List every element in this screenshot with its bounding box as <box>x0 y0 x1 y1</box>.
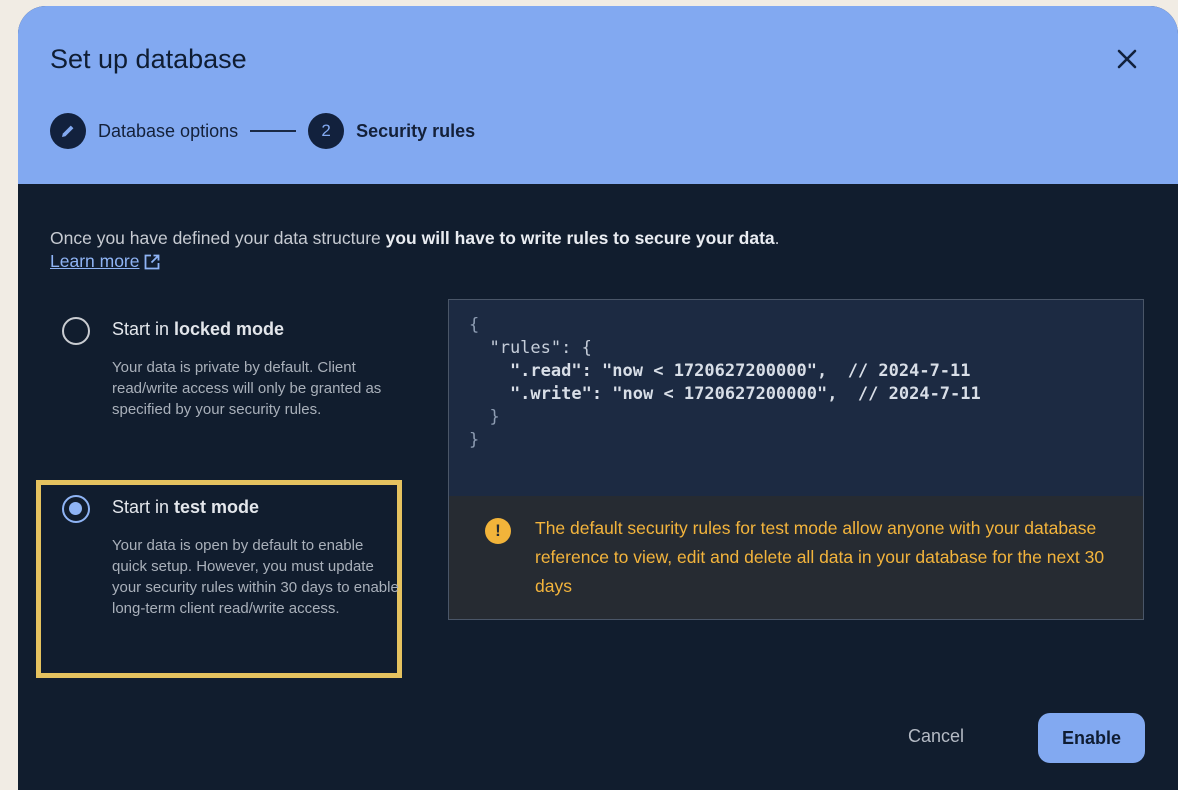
test-title-prefix: Start in <box>112 497 175 517</box>
cancel-button[interactable]: Cancel <box>908 726 964 747</box>
dialog-title: Set up database <box>50 44 247 74</box>
dialog-header: Set up database Database options 2 Secur… <box>18 6 1178 184</box>
test-title-bold: test mode <box>174 497 260 517</box>
code-line: } <box>469 407 500 427</box>
step-1-label: Database options <box>98 120 239 141</box>
learn-more-link[interactable]: Learn more <box>50 251 161 272</box>
learn-more-label: Learn more <box>50 251 140 271</box>
close-button[interactable] <box>1112 44 1142 74</box>
code-line-write: ".write": "now < 1720627200000", // 2024… <box>469 384 981 404</box>
locked-mode-radio[interactable] <box>62 317 90 345</box>
test-mode-radio[interactable] <box>62 495 90 523</box>
warning-banner: ! The default security rules for test mo… <box>448 496 1144 620</box>
stepper: Database options 2 Security rules <box>50 113 475 149</box>
step-2-label: Security rules <box>356 120 476 141</box>
external-link-icon <box>144 254 159 269</box>
locked-mode-description: Your data is private by default. Client … <box>112 359 382 418</box>
locked-title-bold: locked mode <box>174 319 285 339</box>
code-line: } <box>469 430 480 450</box>
locked-title-prefix: Start in <box>112 319 175 339</box>
enable-button[interactable]: Enable <box>1038 713 1145 763</box>
test-mode-title: Start in test mode <box>112 497 259 518</box>
step-2-circle: 2 <box>308 113 345 149</box>
warning-text: The default security rules for test mode… <box>535 518 1105 596</box>
intro-end: . <box>774 228 780 248</box>
code-line: ".read": "now < 1720627200000", // 2024-… <box>469 360 1143 383</box>
setup-database-dialog: Set up database Database options 2 Secur… <box>18 6 1178 790</box>
code-line: "rules": { <box>469 338 592 358</box>
security-rules-code: { "rules": { ".read": "now < 17206272000… <box>448 299 1144 497</box>
warning-icon: ! <box>485 518 511 544</box>
code-line-read: ".read": "now < 1720627200000", // 2024-… <box>469 361 971 381</box>
intro-plain: Once you have defined your data structur… <box>50 228 386 248</box>
intro-text: Once you have defined your data structur… <box>50 226 780 250</box>
locked-mode-title: Start in locked mode <box>112 319 284 340</box>
code-line: ".write": "now < 1720627200000", // 2024… <box>469 383 1143 406</box>
close-icon <box>1117 49 1137 69</box>
pencil-icon <box>62 125 74 137</box>
step-1-circle <box>50 113 86 149</box>
intro-bold: you will have to write rules to secure y… <box>385 228 775 248</box>
test-mode-description: Your data is open by default to enable q… <box>112 537 399 617</box>
step-connector <box>250 130 297 132</box>
code-line: { <box>469 315 480 335</box>
